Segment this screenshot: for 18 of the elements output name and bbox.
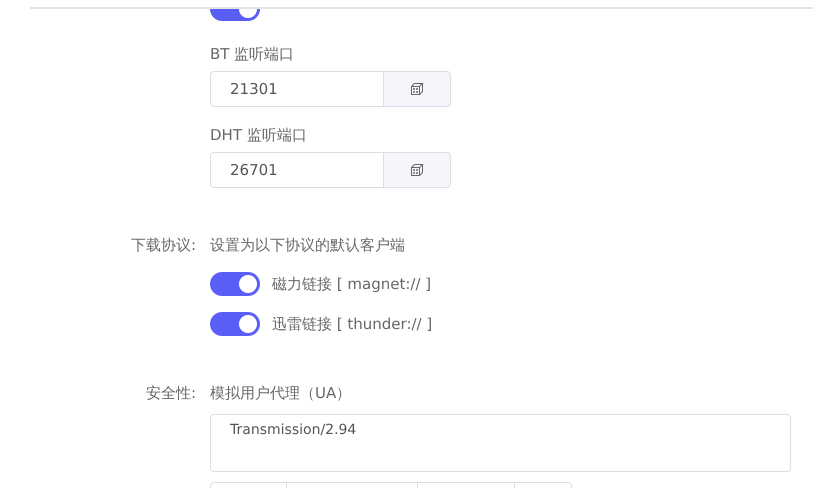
dice-icon (410, 163, 424, 177)
section-label: 下载协议: (130, 236, 196, 254)
toggle-label: 迅雷链接 [ thunder:// ] (272, 314, 432, 335)
toggle-switch[interactable] (210, 312, 260, 336)
toggle-label: 磁力链接 [ magnet:// ] (272, 274, 432, 295)
dice-button[interactable] (384, 152, 451, 188)
toggle-switch[interactable] (210, 272, 260, 296)
option-description: 设置为以下协议的默认客户端 (210, 235, 406, 256)
dice-button[interactable] (384, 71, 451, 107)
port-field[interactable]: 21301 (210, 71, 384, 107)
option-description: 模拟用户代理（UA） (210, 383, 352, 404)
section-label: 安全性: (146, 384, 196, 402)
field-label: BT 监听端口 (210, 44, 296, 65)
user-agent-field[interactable]: Transmission/2.94 (210, 414, 791, 472)
toggle-switch[interactable] (210, 9, 260, 21)
field-label: DHT 监听端口 (210, 125, 308, 146)
port-field[interactable]: 26701 (210, 152, 384, 188)
dice-icon (410, 82, 424, 96)
